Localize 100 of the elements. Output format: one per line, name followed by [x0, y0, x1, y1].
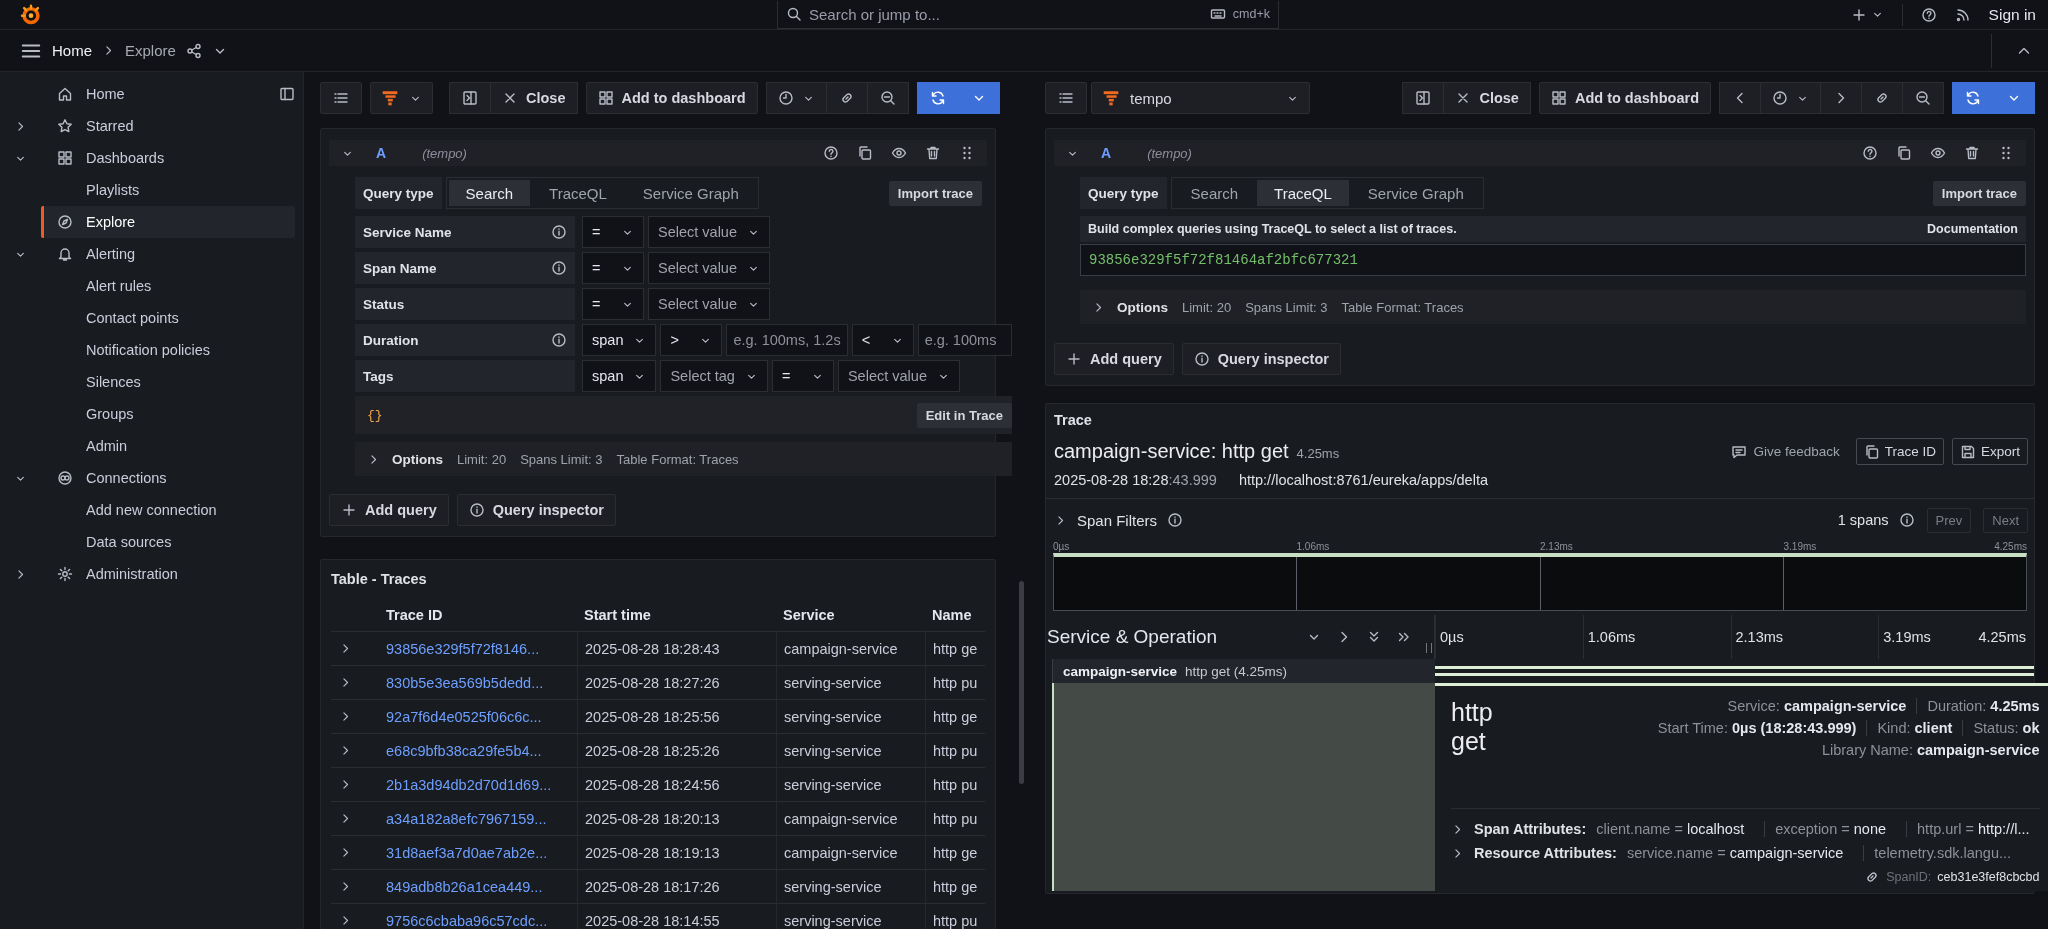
copy-icon[interactable]: [1896, 145, 1912, 161]
copy-link-button[interactable]: [825, 82, 868, 114]
search-bar[interactable]: Search or jump to... cmd+k: [777, 0, 1279, 29]
options-bar[interactable]: Options Limit: 20 Spans Limit: 3 Table Format: Traces: [355, 442, 1012, 476]
sidebar-item[interactable]: Dashboards: [41, 142, 295, 174]
attributes-label[interactable]: Span Attributes:: [1474, 821, 1587, 837]
import-trace-button[interactable]: Import trace: [888, 180, 982, 206]
search-field[interactable]: Search or jump to...: [809, 5, 1203, 23]
trace-link[interactable]: 31d8aef3a7d0ae7ab2e...: [386, 844, 548, 861]
time-picker-button[interactable]: [1760, 82, 1821, 114]
logo-icon[interactable]: [20, 3, 42, 26]
add-to-dashboard-button[interactable]: Add to dashboard: [585, 82, 758, 114]
trace-link[interactable]: 2b1a3d94db2d70d1d69...: [386, 776, 552, 793]
sidebar-item[interactable]: Explore: [41, 206, 295, 238]
sidebar-item[interactable]: Home: [41, 78, 295, 110]
span-row[interactable]: campaign-service http get (4.25ms): [1052, 659, 1435, 683]
query-type-tab[interactable]: Search: [1173, 180, 1256, 206]
sidebar-item[interactable]: Contact points: [41, 302, 295, 334]
trace-link[interactable]: e68c9bfb38ca29fe5b4...: [386, 742, 542, 759]
documentation-link[interactable]: Documentation: [1927, 222, 2018, 236]
split-pane-button[interactable]: [1402, 82, 1445, 114]
sidebar-item[interactable]: Starred: [41, 110, 295, 142]
dropdown[interactable]: Select value: [648, 252, 770, 284]
eye-icon[interactable]: [1930, 145, 1946, 161]
query-action-button[interactable]: Query inspector: [1181, 343, 1341, 375]
help-icon[interactable]: [1862, 145, 1878, 161]
export-button[interactable]: Export: [1951, 438, 2028, 465]
dropdown[interactable]: =: [582, 216, 644, 248]
datasource-picker[interactable]: tempo: [1091, 82, 1310, 114]
options-bar[interactable]: Options Limit: 20 Spans Limit: 3 Table Format: Traces: [1080, 290, 2026, 324]
resize-handle[interactable]: [1426, 643, 1432, 653]
sidebar-item[interactable]: Administration: [41, 558, 295, 590]
dropdown[interactable]: =: [582, 288, 644, 320]
dropdown[interactable]: span: [582, 360, 657, 392]
trace-link[interactable]: 849adb8b26a1cea449...: [386, 878, 543, 895]
dropdown[interactable]: Select value: [648, 288, 770, 320]
sidebar-item[interactable]: Admin: [41, 430, 295, 462]
sidebar-item[interactable]: Alerting: [41, 238, 295, 270]
help-button[interactable]: [1920, 6, 1937, 23]
sidebar-item[interactable]: Connections: [41, 462, 295, 494]
dock-menu-button[interactable]: [279, 86, 295, 102]
trace-link[interactable]: a34a182a8efc7967159...: [386, 810, 547, 827]
datasource-picker[interactable]: [370, 82, 433, 114]
dropdown[interactable]: span: [582, 324, 657, 356]
dropdown[interactable]: <: [851, 324, 914, 356]
close-button[interactable]: Close: [490, 82, 578, 114]
query-type-tab[interactable]: TraceQL: [1257, 180, 1349, 206]
query-action-button[interactable]: Add query: [1054, 343, 1174, 375]
close-button[interactable]: Close: [1443, 82, 1531, 114]
time-picker-button[interactable]: [765, 82, 827, 114]
sidebar-item[interactable]: Data sources: [41, 526, 295, 558]
query-type-tab[interactable]: TraceQL: [532, 180, 624, 206]
feedback-link[interactable]: Give feedback: [1731, 443, 1840, 460]
new-button[interactable]: [1850, 6, 1884, 23]
zoom-out-button[interactable]: [1902, 82, 1944, 114]
scroll-bar[interactable]: [1019, 581, 1024, 784]
sidebar-item[interactable]: Alert rules: [41, 270, 295, 302]
edit-query-button[interactable]: Edit in Trace: [916, 402, 1012, 428]
share-button[interactable]: [185, 42, 202, 59]
query-type-tab[interactable]: Service Graph: [625, 180, 756, 206]
query-type-tab[interactable]: Service Graph: [1350, 180, 1481, 206]
help-icon[interactable]: [823, 145, 839, 161]
trace-link[interactable]: 93856e329f5f72f8146...: [386, 640, 540, 657]
dropdown[interactable]: =: [582, 252, 644, 284]
input-field[interactable]: e.g. 100ms: [917, 324, 1012, 356]
breadcrumb-link[interactable]: Home: [52, 42, 92, 59]
query-action-button[interactable]: Query inspector: [456, 494, 616, 526]
sidebar-item[interactable]: Notification policies: [41, 334, 295, 366]
sidebar-item[interactable]: Silences: [41, 366, 295, 398]
dropdown[interactable]: Select tag: [660, 360, 768, 392]
copy-icon[interactable]: [857, 145, 873, 161]
dropdown[interactable]: Select value: [837, 360, 960, 392]
sidebar-item[interactable]: Groups: [41, 398, 295, 430]
query-history-button[interactable]: [320, 82, 362, 114]
breadcrumb-link[interactable]: Explore: [125, 42, 176, 59]
trace-link[interactable]: 92a7f6d4e0525f06c6c...: [386, 708, 542, 725]
query-type-tab[interactable]: Search: [448, 180, 531, 206]
add-to-dashboard-button[interactable]: Add to dashboard: [1538, 82, 1711, 114]
split-pane-button[interactable]: [449, 82, 491, 114]
trash-icon[interactable]: [1964, 145, 1980, 161]
trace-link[interactable]: 9756c6cbaba96c57cdc...: [386, 912, 548, 929]
dropdown[interactable]: >: [660, 324, 723, 356]
trash-icon[interactable]: [925, 145, 941, 161]
trace-id-button[interactable]: Trace ID: [1855, 438, 1944, 465]
news-button[interactable]: [1954, 6, 1971, 23]
query-history-button[interactable]: [1045, 82, 1087, 114]
query-input[interactable]: 93856e329f5f72f81464af2bfc677321: [1080, 244, 2026, 276]
dropdown[interactable]: Select value: [648, 216, 770, 248]
dropdown[interactable]: =: [771, 360, 834, 392]
input-field[interactable]: e.g. 100ms, 1.2s: [726, 324, 848, 356]
run-query-button[interactable]: [916, 82, 959, 114]
sidebar-item[interactable]: Add new connection: [41, 494, 295, 526]
trace-link[interactable]: 830b5e3ea569b5dedd...: [386, 674, 544, 691]
attributes-label[interactable]: Resource Attributes:: [1474, 845, 1617, 861]
copy-link-button[interactable]: [1861, 82, 1903, 114]
eye-icon[interactable]: [891, 145, 907, 161]
zoom-out-button[interactable]: [866, 82, 909, 114]
sign-in-link[interactable]: Sign in: [1988, 5, 2036, 24]
import-trace-button[interactable]: Import trace: [1932, 180, 2026, 206]
sidebar-item[interactable]: Playlists: [41, 174, 295, 206]
